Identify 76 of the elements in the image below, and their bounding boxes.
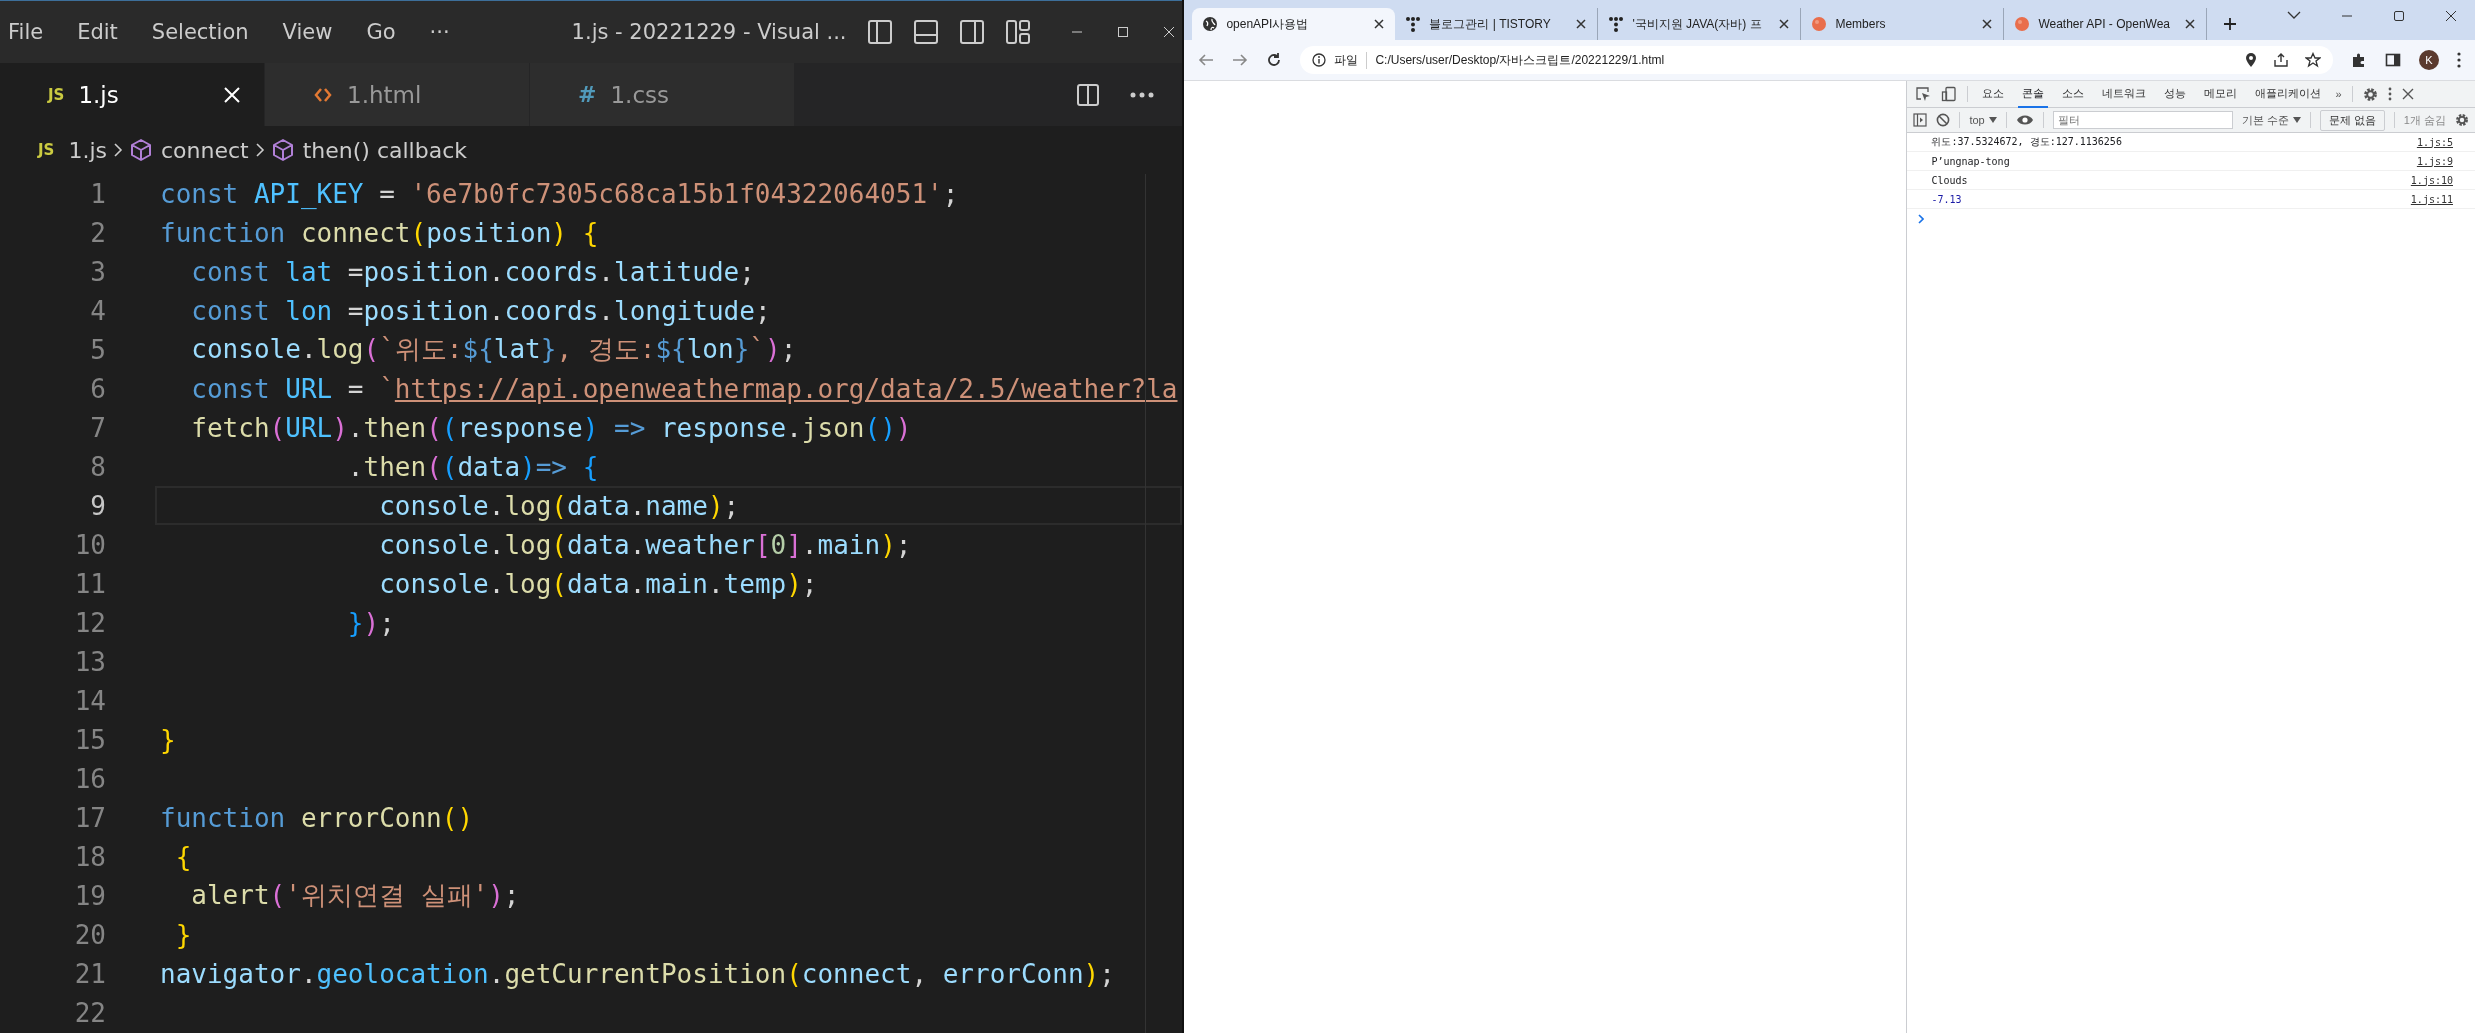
code-line: } [160,724,176,755]
code-line: console.log(`위도:${lat}, 경도:${lon}`); [190,333,797,366]
line-number: 9 [89,490,106,521]
console-message: Clouds [1931,174,1969,186]
source-link[interactable]: 1.js:5 [2416,136,2453,148]
issues-button[interactable]: 문제 없음 [2319,109,2385,131]
context-dropdown[interactable]: top [1969,114,1997,126]
breadcrumb-item[interactable]: JS 1.js [38,137,107,163]
filter-field[interactable]: 필터 [2052,111,2233,129]
editor-tab[interactable]: JS 1.js [0,63,265,126]
devtools-tab[interactable]: 요소 [1978,80,2009,108]
code-line: function connect(position) { [160,217,599,248]
line-number: 21 [73,958,106,989]
line-number: 6 [89,373,106,404]
address-bar[interactable]: 파일 C:/Users/user/Desktop/자바스크립트/20221229/1.html [1300,46,2333,74]
line-number: 10 [73,529,106,560]
code-line: } [174,919,192,950]
devtools-tab[interactable]: 네트워크 [2098,80,2151,108]
code-line: alert('위치연결 실패'); [190,879,520,912]
source-link[interactable]: 1.js:10 [2410,174,2453,186]
code-line: }); [346,607,395,638]
more-tabs-button[interactable]: » [2335,88,2342,100]
code-line: const API_KEY = '6e7b0fc7305c68ca15b1f04322064051'; [160,178,959,209]
line-number: 1 [89,178,106,209]
code-line: navigator.geolocation.getCurrentPosition(connect, errorConn); [160,958,1115,989]
code-line: const lat =position.coords.latitude; [190,256,755,287]
code-line: .then((data)=> { [346,451,599,482]
devtools-tab[interactable]: 소스 [2058,80,2089,108]
breadcrumb-item[interactable]: connect [128,137,249,163]
menu-item[interactable]: Edit [60,20,135,44]
line-number: 4 [89,295,106,326]
line-number: 2 [89,217,106,248]
line-number: 15 [73,724,106,755]
browser-tab[interactable]: openAPI사용법 [1192,8,1396,40]
log-level-dropdown[interactable]: 기본 수준 [2241,112,2301,128]
hidden-count: 1개 숨김 [2403,112,2446,128]
console-message: -7.13 [1931,193,1963,205]
profile-avatar[interactable]: K [2419,50,2439,70]
menu-item[interactable]: ··· [412,20,467,44]
code-line: console.log(data.main.temp); [378,568,818,599]
code-line: function errorConn() [160,802,474,833]
line-number: 22 [73,997,106,1028]
menu-item[interactable]: Selection [134,20,266,44]
source-link[interactable]: 1.js:11 [2410,193,2453,205]
line-number: 8 [89,451,106,482]
devtools-tab[interactable]: 성능 [2160,80,2191,108]
menu-item[interactable]: Go [349,20,413,44]
line-number: 7 [89,412,106,443]
line-number: 19 [73,880,106,911]
source-link[interactable]: 1.js:9 [2416,155,2453,167]
line-number: 12 [73,607,106,638]
code-line: const lon =position.coords.longitude; [190,295,771,326]
code-line: const URL = `https://api.openweathermap.org/data/2.5/weather?la [190,373,1178,404]
line-number: 5 [89,334,106,365]
line-number: 16 [73,763,106,794]
line-number: 20 [73,919,106,950]
breadcrumb-item[interactable]: then() callback [270,137,467,163]
window-title: 1.js - 20221229 - Visual ... [571,20,847,44]
console-message: 위도:37.5324672, 경도:127.1136256 [1931,135,2123,149]
console-message: P’ungnap-tong [1931,155,2011,167]
menu-item[interactable]: View [265,20,350,44]
editor-tab[interactable]: # 1.css [530,63,795,126]
code-line: fetch(URL).then((response) => response.json()) [190,412,912,443]
editor-tab[interactable]: 1.html [265,63,530,126]
code-line: { [174,841,192,872]
line-number: 14 [73,685,106,716]
line-number: 11 [73,568,106,599]
line-number: 13 [73,646,106,677]
code-line: console.log(data.weather[0].main); [378,529,912,560]
devtools-tab[interactable]: 애플리케이션 [2251,80,2326,108]
line-number: 17 [73,802,106,833]
menu-item[interactable]: File [0,20,61,44]
devtools-tab[interactable]: 메모리 [2200,80,2242,108]
line-number: 3 [89,256,106,287]
code-line: console.log(data.name); [378,490,740,521]
line-number: 18 [73,841,106,872]
